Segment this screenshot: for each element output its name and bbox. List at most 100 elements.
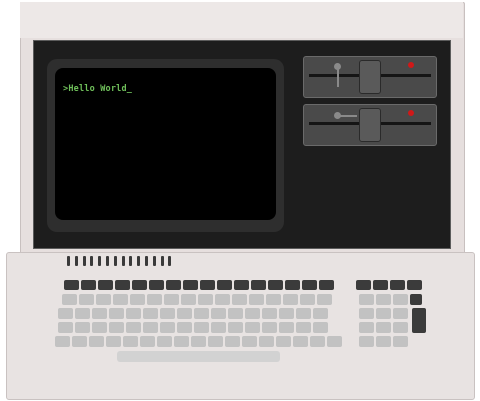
keyboard-key[interactable]: [164, 294, 179, 305]
keyboard-key[interactable]: [160, 322, 175, 333]
keyboard-key[interactable]: [412, 308, 426, 333]
keyboard-key[interactable]: [279, 308, 294, 319]
keyboard-key[interactable]: [215, 294, 230, 305]
keyboard-key[interactable]: [259, 336, 274, 347]
keyboard-key[interactable]: [376, 308, 391, 319]
keyboard-key[interactable]: [296, 308, 311, 319]
keyboard-key[interactable]: [126, 308, 141, 319]
keyboard-key[interactable]: [96, 294, 111, 305]
keyboard-key[interactable]: [268, 280, 283, 290]
keyboard-key[interactable]: [310, 336, 325, 347]
keyboard-key[interactable]: [393, 294, 408, 305]
keyboard-key[interactable]: [177, 322, 192, 333]
keyboard-key[interactable]: [300, 294, 315, 305]
keyboard-key[interactable]: [313, 322, 328, 333]
keyboard-key[interactable]: [143, 308, 158, 319]
keyboard-key[interactable]: [313, 308, 328, 319]
keyboard-key[interactable]: [234, 280, 249, 290]
keyboard-key[interactable]: [58, 308, 73, 319]
keyboard-key[interactable]: [132, 280, 147, 290]
keyboard-key[interactable]: [157, 336, 172, 347]
keyboard-key[interactable]: [359, 322, 374, 333]
keyboard-key[interactable]: [177, 308, 192, 319]
keyboard-key[interactable]: [393, 336, 408, 347]
keyboard-key[interactable]: [62, 294, 77, 305]
keyboard-key[interactable]: [359, 336, 374, 347]
keyboard-key[interactable]: [285, 280, 300, 290]
keyboard-key[interactable]: [262, 308, 277, 319]
keyboard-key[interactable]: [143, 322, 158, 333]
keyboard-key[interactable]: [228, 322, 243, 333]
keyboard-key[interactable]: [130, 294, 145, 305]
keyboard-key[interactable]: [174, 336, 189, 347]
spacebar-key[interactable]: [117, 351, 280, 362]
keyboard-key[interactable]: [249, 294, 264, 305]
keyboard-key[interactable]: [194, 322, 209, 333]
keyboard-key[interactable]: [211, 322, 226, 333]
keyboard-key[interactable]: [140, 336, 155, 347]
keyboard-key[interactable]: [393, 322, 408, 333]
keyboard-key[interactable]: [113, 294, 128, 305]
keyboard-key[interactable]: [407, 280, 422, 290]
keyboard-key[interactable]: [109, 308, 124, 319]
keyboard-key[interactable]: [356, 280, 371, 290]
keyboard-key[interactable]: [160, 308, 175, 319]
keyboard-key[interactable]: [200, 280, 215, 290]
drive-latch[interactable]: [359, 108, 381, 142]
keyboard-key[interactable]: [183, 280, 198, 290]
keyboard-key[interactable]: [296, 322, 311, 333]
keyboard-key[interactable]: [211, 308, 226, 319]
keyboard-key[interactable]: [166, 280, 181, 290]
keyboard-key[interactable]: [376, 294, 391, 305]
keyboard-key[interactable]: [92, 308, 107, 319]
keyboard-key[interactable]: [81, 280, 96, 290]
keyboard-key[interactable]: [373, 280, 388, 290]
keyboard-key[interactable]: [410, 294, 422, 305]
keyboard-key[interactable]: [276, 336, 291, 347]
keyboard-key[interactable]: [302, 280, 317, 290]
keyboard-key[interactable]: [376, 336, 391, 347]
keyboard-key[interactable]: [55, 336, 70, 347]
keyboard-key[interactable]: [217, 280, 232, 290]
keyboard-key[interactable]: [245, 322, 260, 333]
keyboard-key[interactable]: [72, 336, 87, 347]
keyboard-key[interactable]: [319, 280, 334, 290]
keyboard-key[interactable]: [126, 322, 141, 333]
keyboard-key[interactable]: [92, 322, 107, 333]
keyboard-key[interactable]: [89, 336, 104, 347]
keyboard-key[interactable]: [79, 294, 94, 305]
keyboard-key[interactable]: [251, 280, 266, 290]
keyboard-key[interactable]: [115, 280, 130, 290]
floppy-drive-1[interactable]: [303, 56, 437, 98]
floppy-drive-2[interactable]: [303, 104, 437, 146]
keyboard-key[interactable]: [245, 308, 260, 319]
keyboard-key[interactable]: [283, 294, 298, 305]
keyboard-key[interactable]: [242, 336, 257, 347]
keyboard-key[interactable]: [98, 280, 113, 290]
keyboard-key[interactable]: [64, 280, 79, 290]
keyboard-key[interactable]: [228, 308, 243, 319]
keyboard-key[interactable]: [359, 308, 374, 319]
keyboard-key[interactable]: [266, 294, 281, 305]
keyboard-key[interactable]: [123, 336, 138, 347]
keyboard-key[interactable]: [58, 322, 73, 333]
keyboard-key[interactable]: [390, 280, 405, 290]
keyboard-key[interactable]: [262, 322, 277, 333]
keyboard-key[interactable]: [376, 322, 391, 333]
keyboard-key[interactable]: [191, 336, 206, 347]
keyboard-key[interactable]: [208, 336, 223, 347]
keyboard-key[interactable]: [317, 294, 332, 305]
keyboard-key[interactable]: [147, 294, 162, 305]
keyboard-key[interactable]: [149, 280, 164, 290]
keyboard-key[interactable]: [232, 294, 247, 305]
keyboard-key[interactable]: [198, 294, 213, 305]
drive-latch[interactable]: [359, 60, 381, 94]
keyboard-key[interactable]: [109, 322, 124, 333]
keyboard-key[interactable]: [293, 336, 308, 347]
keyboard-key[interactable]: [225, 336, 240, 347]
keyboard-key[interactable]: [393, 308, 408, 319]
keyboard-key[interactable]: [75, 322, 90, 333]
keyboard-key[interactable]: [181, 294, 196, 305]
keyboard-key[interactable]: [194, 308, 209, 319]
keyboard-key[interactable]: [279, 322, 294, 333]
